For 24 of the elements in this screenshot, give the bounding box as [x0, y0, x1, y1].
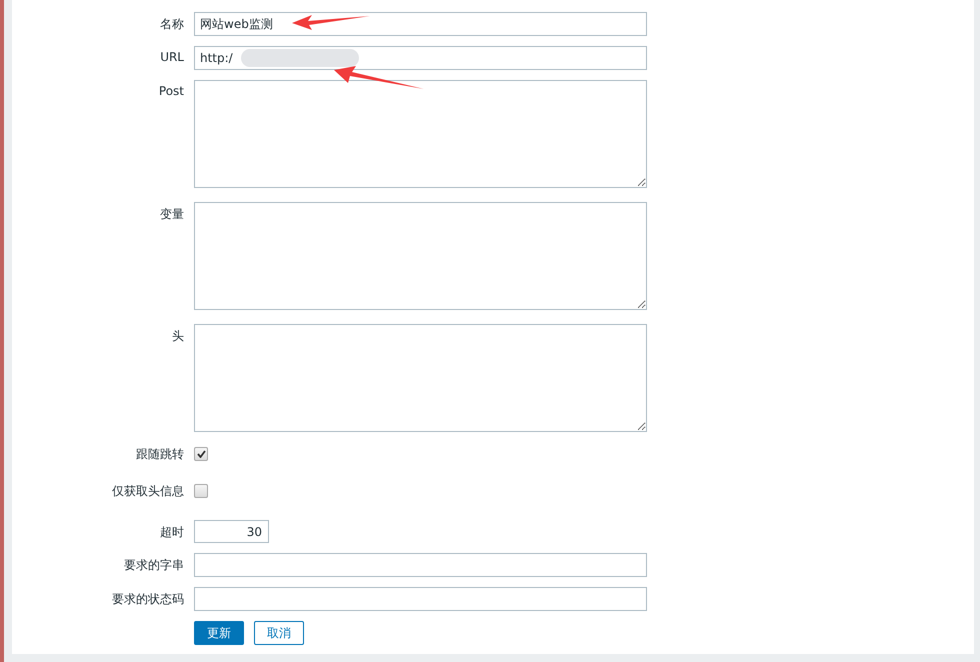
- field-label: 要求的状态码: [112, 591, 184, 608]
- field-value: http:/: [200, 51, 233, 65]
- input-field[interactable]: 网站web监测: [194, 12, 647, 36]
- input-field[interactable]: [194, 553, 647, 577]
- field-label: 变量: [160, 206, 184, 223]
- checkbox[interactable]: [194, 484, 208, 498]
- field-label: Post: [158, 83, 184, 98]
- update-button[interactable]: 更新: [194, 621, 244, 645]
- input-field[interactable]: http:/: [194, 46, 647, 70]
- text-area[interactable]: [194, 202, 647, 310]
- text-area[interactable]: [194, 80, 647, 188]
- field-label: 头: [172, 328, 184, 345]
- text-area[interactable]: [194, 324, 647, 432]
- field-label: 跟随跳转: [136, 446, 184, 463]
- field-label: 超时: [160, 524, 184, 541]
- number-field[interactable]: 30: [194, 520, 269, 543]
- field-label: 名称: [160, 16, 184, 33]
- input-field[interactable]: [194, 587, 647, 611]
- field-value: 网站web监测: [200, 16, 273, 32]
- field-label: 仅获取头信息: [112, 483, 184, 500]
- field-label: URL: [160, 49, 184, 64]
- field-label: 要求的字串: [124, 557, 184, 574]
- checkbox[interactable]: [194, 447, 208, 461]
- cancel-button[interactable]: 取消: [254, 621, 304, 645]
